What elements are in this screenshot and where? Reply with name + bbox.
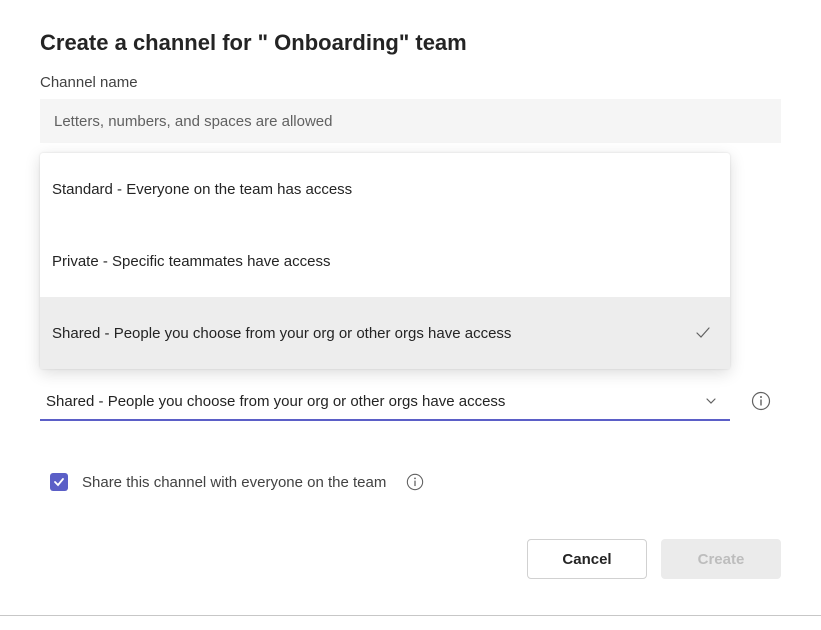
channel-type-option-shared[interactable]: Shared - People you choose from your org… xyxy=(40,297,730,369)
button-label: Cancel xyxy=(562,551,611,568)
bottom-divider xyxy=(0,615,821,616)
option-label: Shared - People you choose from your org… xyxy=(52,325,692,342)
chevron-down-icon xyxy=(704,394,718,408)
channel-name-input[interactable] xyxy=(40,99,781,143)
info-icon[interactable] xyxy=(406,473,424,491)
channel-type-field: Shared - People you choose from your org… xyxy=(40,383,781,421)
channel-type-dropdown-popup: Standard - Everyone on the team has acce… xyxy=(40,153,730,369)
option-label: Private - Specific teammates have access xyxy=(52,253,714,270)
channel-type-option-private[interactable]: Private - Specific teammates have access xyxy=(40,225,730,297)
channel-type-dropdown[interactable]: Shared - People you choose from your org… xyxy=(40,383,730,421)
cancel-button[interactable]: Cancel xyxy=(527,539,647,579)
share-checkbox-row: Share this channel with everyone on the … xyxy=(40,473,781,491)
create-channel-dialog: Create a channel for " Onboarding" team … xyxy=(0,0,821,599)
dialog-title: Create a channel for " Onboarding" team xyxy=(40,30,781,56)
share-checkbox[interactable] xyxy=(50,473,68,491)
option-label: Standard - Everyone on the team has acce… xyxy=(52,181,714,198)
button-label: Create xyxy=(698,551,745,568)
info-icon[interactable] xyxy=(751,391,771,411)
dialog-button-row: Cancel Create xyxy=(40,539,781,579)
dropdown-selected-label: Shared - People you choose from your org… xyxy=(46,393,505,410)
create-button: Create xyxy=(661,539,781,579)
share-checkbox-label: Share this channel with everyone on the … xyxy=(82,474,386,491)
channel-name-label: Channel name xyxy=(40,74,781,91)
channel-type-option-standard[interactable]: Standard - Everyone on the team has acce… xyxy=(40,153,730,225)
checkmark-icon xyxy=(692,322,714,344)
